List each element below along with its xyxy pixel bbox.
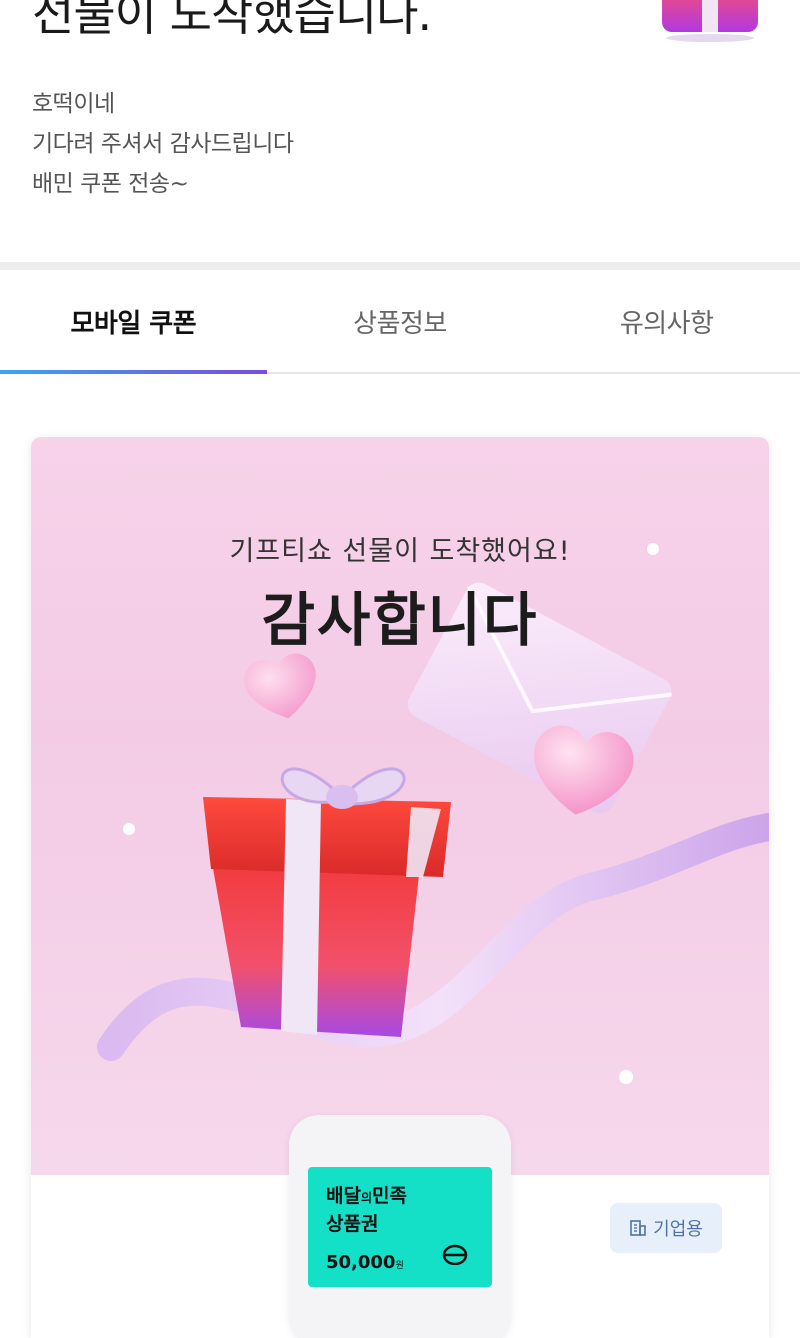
- tab-notice[interactable]: 유의사항: [533, 270, 800, 372]
- building-icon: [630, 1220, 646, 1236]
- tab-bar: 모바일 쿠폰 상품정보 유의사항: [0, 270, 800, 374]
- tab-mobile-coupon[interactable]: 모바일 쿠폰: [0, 270, 267, 374]
- section-divider: [0, 262, 800, 270]
- product-thumbnail-frame: 배달의민족 상품권 50,000원: [289, 1115, 511, 1338]
- gift-header: 선물이 도착했습니다. 호떡이네 기다려 주셔서 감사드립니다 배민 쿠폰 전송…: [0, 0, 800, 262]
- message-line: 기다려 주셔서 감사드립니다: [32, 131, 294, 157]
- helmet-logo-icon: [442, 1244, 468, 1265]
- gift-box-icon: [662, 0, 758, 42]
- badge-label: 기업용: [653, 1219, 703, 1240]
- gift-card-image: 기프티쇼 선물이 도착했어요! 감사합니다: [31, 437, 769, 1175]
- message-line: 배민 쿠폰 전송~: [32, 171, 189, 197]
- gift-message: 호떡이네 기다려 주셔서 감사드립니다 배민 쿠폰 전송~: [32, 84, 294, 204]
- page-title: 선물이 도착했습니다.: [32, 0, 432, 41]
- tab-product-info[interactable]: 상품정보: [267, 270, 534, 372]
- message-line: 호떡이네: [32, 91, 115, 117]
- card-subtitle: 기프티쇼 선물이 도착했어요!: [229, 536, 571, 567]
- card-headline: 감사합니다: [261, 586, 539, 654]
- product-brand: 배달의민족: [326, 1185, 407, 1207]
- product-thumbnail: 배달의민족 상품권 50,000원: [308, 1167, 492, 1287]
- product-amount: 50,000원: [326, 1252, 404, 1273]
- business-badge: 기업용: [610, 1203, 722, 1253]
- coupon-card: 기프티쇼 선물이 도착했어요! 감사합니다 배달의민족 상품권 50,000원 …: [31, 437, 769, 1338]
- product-type: 상품권: [326, 1213, 379, 1235]
